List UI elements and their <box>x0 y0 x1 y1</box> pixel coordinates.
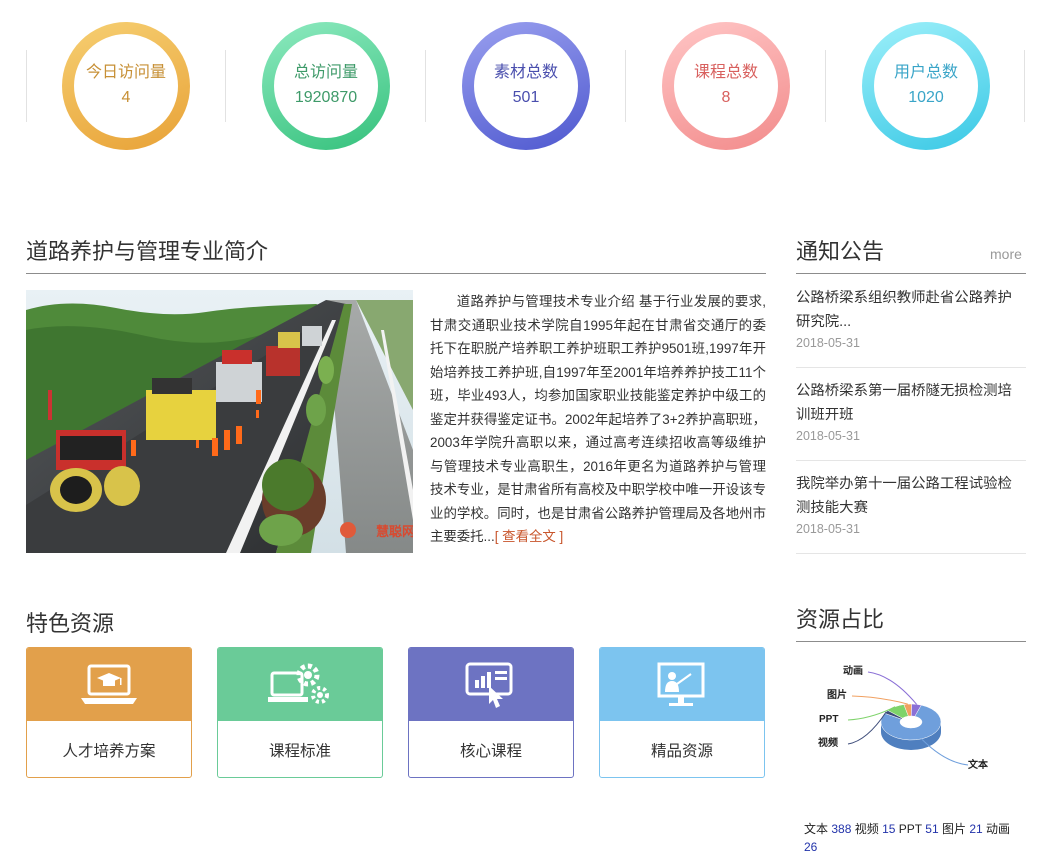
stats-row: 今日访问量 4 总访问量 1920870 素材总数 501 课程总数 8 用户总数 102… <box>0 0 1037 190</box>
stat-label: 用户总数 <box>893 64 958 81</box>
stat-value: 1020 <box>908 89 944 106</box>
laptop-graduation-icon <box>81 664 137 704</box>
notice-title-divider <box>796 273 1026 274</box>
pie-label: PPT <box>819 714 838 725</box>
stat-divider <box>425 50 426 122</box>
notice-item-date: 2018-05-31 <box>796 429 860 443</box>
pie-label: 视频 <box>818 736 838 749</box>
card-header <box>27 648 191 721</box>
intro-title: 道路养护与管理专业简介 <box>26 239 269 264</box>
stat-course-count: 课程总数 8 <box>662 22 790 150</box>
feature-card-quality-resources[interactable]: 精品资源 <box>599 647 765 778</box>
intro-title-divider <box>26 273 766 274</box>
summary-value: 26 <box>804 840 818 854</box>
card-label: 人才培养方案 <box>62 742 156 760</box>
stat-label: 总访问量 <box>293 64 358 81</box>
stat-value: 501 <box>512 89 540 106</box>
summary-value: 21 <box>969 822 983 836</box>
summary-label: 文本 <box>804 822 829 836</box>
intro-body: 道路养护与管理技术专业介绍 基于行业发展的要求,甘肃交通职业技术学院自1995年… <box>430 294 766 544</box>
pie-leader-line <box>867 671 917 705</box>
resources-title: 资源占比 <box>796 607 885 632</box>
card-label: 核心课程 <box>459 742 522 760</box>
stat-divider <box>225 50 226 122</box>
features-title: 特色资源 <box>26 611 115 636</box>
notice-item-date: 2018-05-31 <box>796 336 860 350</box>
resources-title-divider <box>796 641 1026 642</box>
card-label: 课程标准 <box>268 742 331 760</box>
summary-value: 51 <box>925 822 939 836</box>
stat-value: 1920870 <box>294 89 358 106</box>
stat-divider <box>825 50 826 122</box>
resource-pie-chart: 文本 视频 PPT 图片 动画 <box>796 650 1026 810</box>
feature-card-course-standard[interactable]: 课程标准 <box>217 647 383 778</box>
notice-item-date: 2018-05-31 <box>796 522 860 536</box>
stat-divider <box>1024 50 1025 122</box>
stat-label: 课程总数 <box>693 64 758 81</box>
card-label: 精品资源 <box>650 742 713 760</box>
stat-divider <box>26 50 27 122</box>
stat-label: 素材总数 <box>493 64 558 81</box>
card-header <box>600 648 764 721</box>
summary-value: 15 <box>882 822 896 836</box>
intro-photo[interactable]: 慧聪网 <box>26 290 413 553</box>
stat-material-count: 素材总数 501 <box>462 22 590 150</box>
summary-label: PPT <box>898 822 922 836</box>
notice-title: 通知公告 <box>796 239 885 264</box>
summary-label: 动画 <box>986 822 1011 836</box>
notice-item[interactable]: 我院举办第十一届公路工程试验检测技能大赛 2018-05-31 <box>796 472 1026 554</box>
notice-item[interactable]: 公路桥梁系第一届桥隧无损检测培训班开班 2018-05-31 <box>796 379 1026 461</box>
summary-value: 388 <box>831 822 852 836</box>
stat-today-visits: 今日访问量 4 <box>62 22 190 150</box>
notice-item-title[interactable]: 我院举办第十一届公路工程试验检测技能大赛 <box>796 472 1026 520</box>
card-header <box>409 648 573 721</box>
presentation-teacher-icon <box>657 662 705 706</box>
read-more-link[interactable]: [ 查看全文 ] <box>495 529 563 544</box>
summary-label: 图片 <box>941 822 966 836</box>
pie-label: 图片 <box>827 688 847 701</box>
notice-more-link[interactable]: more <box>990 246 1022 262</box>
feature-card-talent-plan[interactable]: 人才培养方案 <box>26 647 192 778</box>
notice-item[interactable]: 公路桥梁系组织教师赴省公路养护研究院... 2018-05-31 <box>796 286 1026 368</box>
card-header <box>218 648 382 721</box>
stat-user-count: 用户总数 1020 <box>862 22 990 150</box>
pie-leader-line <box>851 695 908 705</box>
pie-label: 文本 <box>968 758 989 771</box>
resource-summary: 文本 388 视频 15 PPT 51 图片 21 动画 26 <box>804 820 1026 856</box>
laptop-gears-icon <box>268 663 329 704</box>
road-paving-photo: 慧聪网 <box>26 290 413 553</box>
notice-item-title[interactable]: 公路桥梁系组织教师赴省公路养护研究院... <box>796 286 1026 334</box>
stat-label: 今日访问量 <box>85 64 166 81</box>
notice-item-title[interactable]: 公路桥梁系第一届桥隧无损检测培训班开班 <box>796 379 1026 427</box>
stat-value: 8 <box>721 89 731 106</box>
watermark-text: 慧聪网 <box>376 524 413 539</box>
summary-label: 视频 <box>854 822 879 836</box>
stat-total-visits: 总访问量 1920870 <box>262 22 390 150</box>
intro-description: 道路养护与管理技术专业介绍 基于行业发展的要求,甘肃交通职业技术学院自1995年… <box>430 290 766 549</box>
tablet-chart-touch-icon <box>465 662 513 708</box>
pie-label: 动画 <box>843 664 863 677</box>
feature-card-core-course[interactable]: 核心课程 <box>408 647 574 778</box>
stat-value: 4 <box>121 89 131 106</box>
stat-divider <box>625 50 626 122</box>
pie-svg: 文本 视频 PPT 图片 动画 <box>818 664 989 771</box>
